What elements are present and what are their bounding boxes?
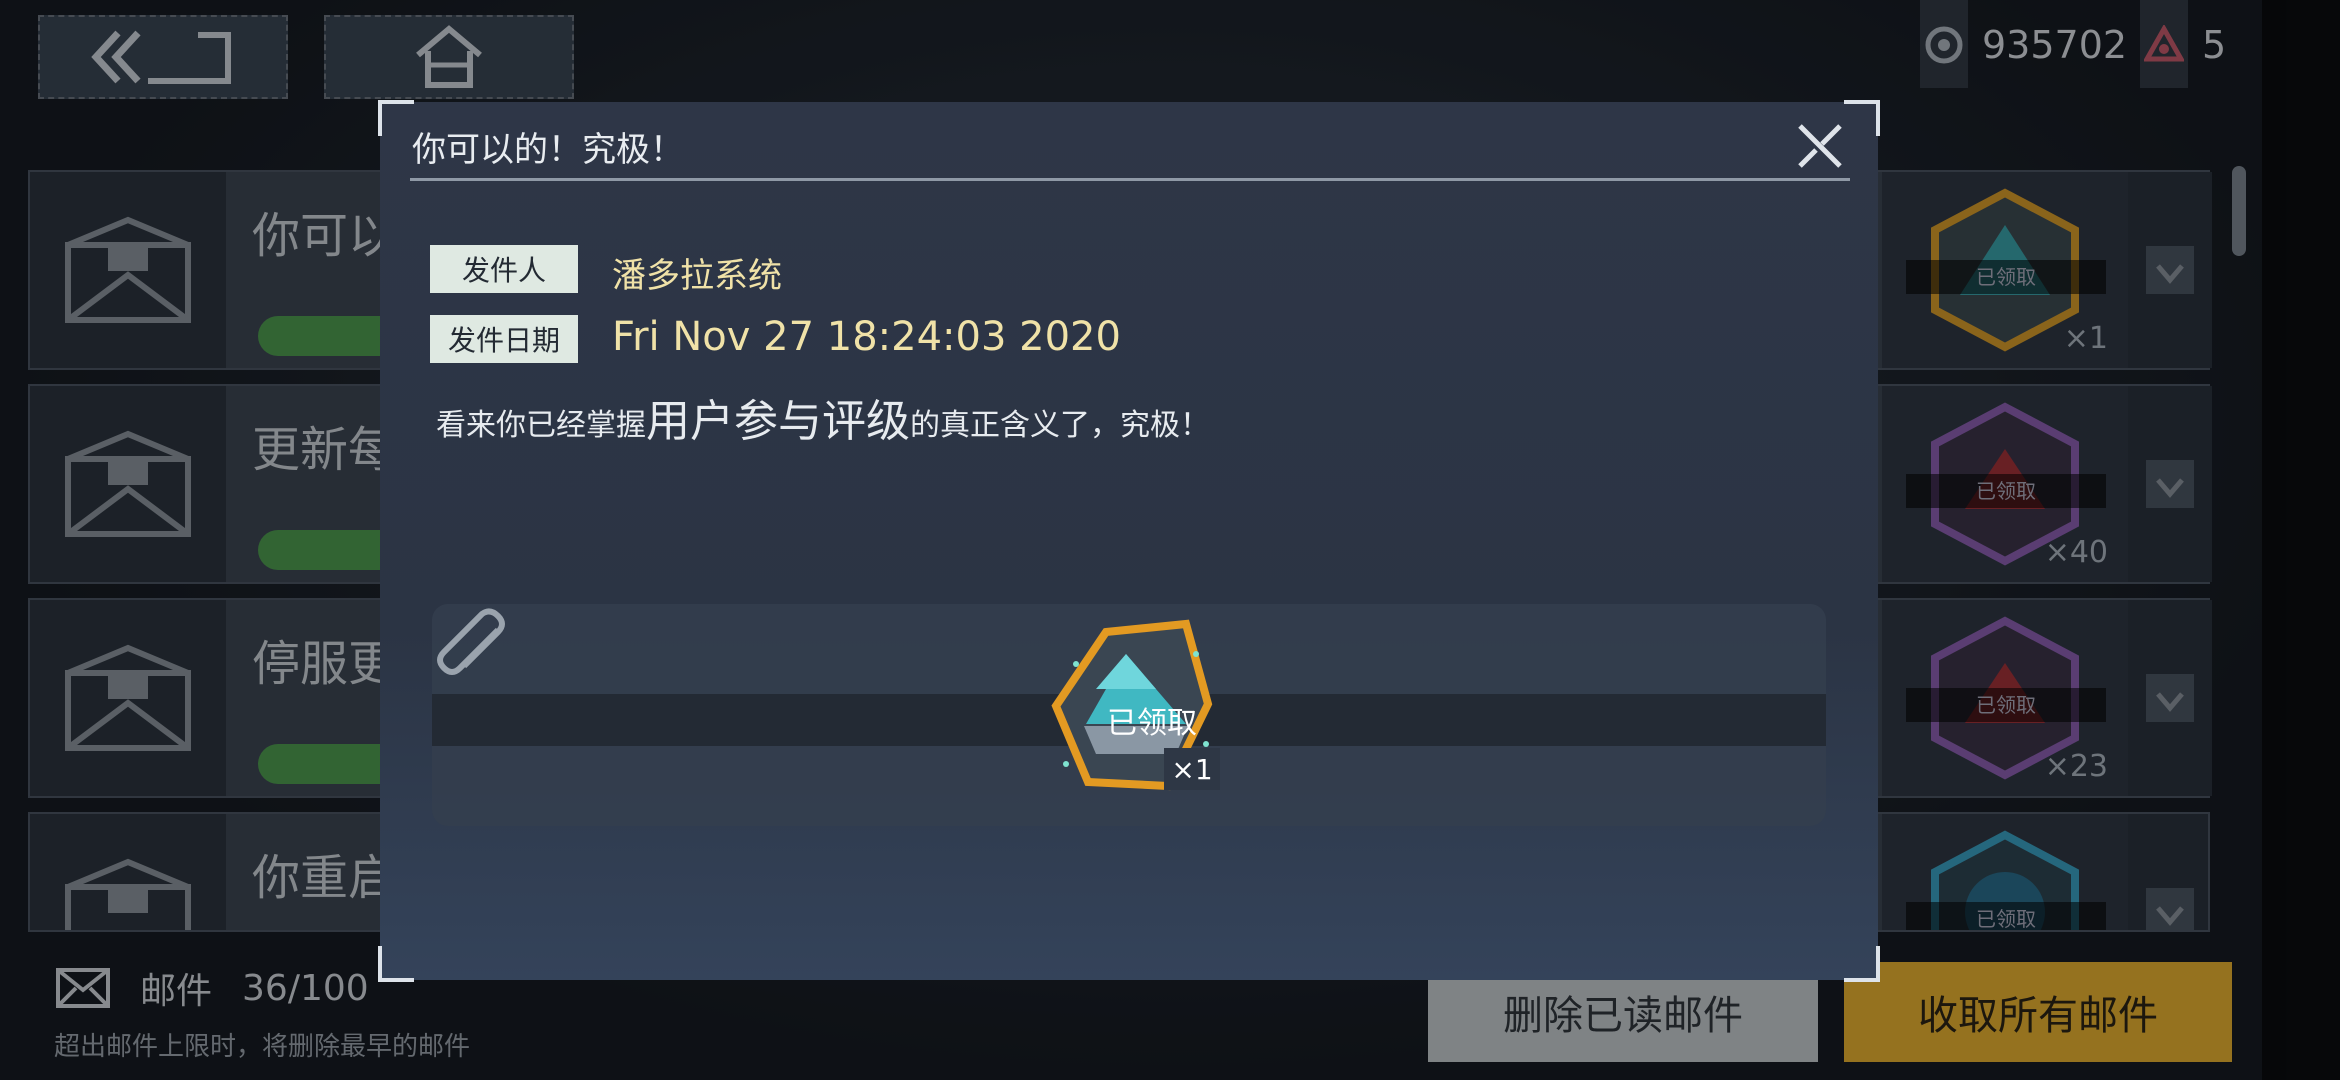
date-tag: 发件日期 (430, 315, 578, 363)
attachment-status: 已领取 (1107, 706, 1197, 741)
paperclip-icon (437, 608, 505, 675)
corner-decoration (1844, 946, 1880, 982)
corner-decoration (378, 946, 414, 982)
close-icon[interactable] (1792, 118, 1848, 174)
sender-tag: 发件人 (430, 245, 578, 293)
title-divider (410, 178, 1850, 181)
sender-name: 潘多拉系统 (612, 256, 782, 296)
modal-title: 你可以的！究极！ (412, 130, 684, 170)
attachment-count: ×1 (1164, 748, 1220, 790)
body-text-pre: 看来你已经掌握 (436, 408, 646, 443)
mail-body: 看来你已经掌握 用户参与评级 的真正含义了，究极！ (436, 400, 1210, 444)
body-text-emphasis: 用户参与评级 (646, 396, 910, 447)
corner-decoration (1844, 100, 1880, 136)
send-date: Fri Nov 27 18:24:03 2020 (612, 314, 1121, 360)
body-text-post: 的真正含义了，究极！ (910, 408, 1210, 443)
corner-decoration (378, 100, 414, 136)
mail-detail-modal: 你可以的！究极！ 发件人 潘多拉系统 发件日期 Fri Nov 27 18:24… (378, 100, 1880, 982)
